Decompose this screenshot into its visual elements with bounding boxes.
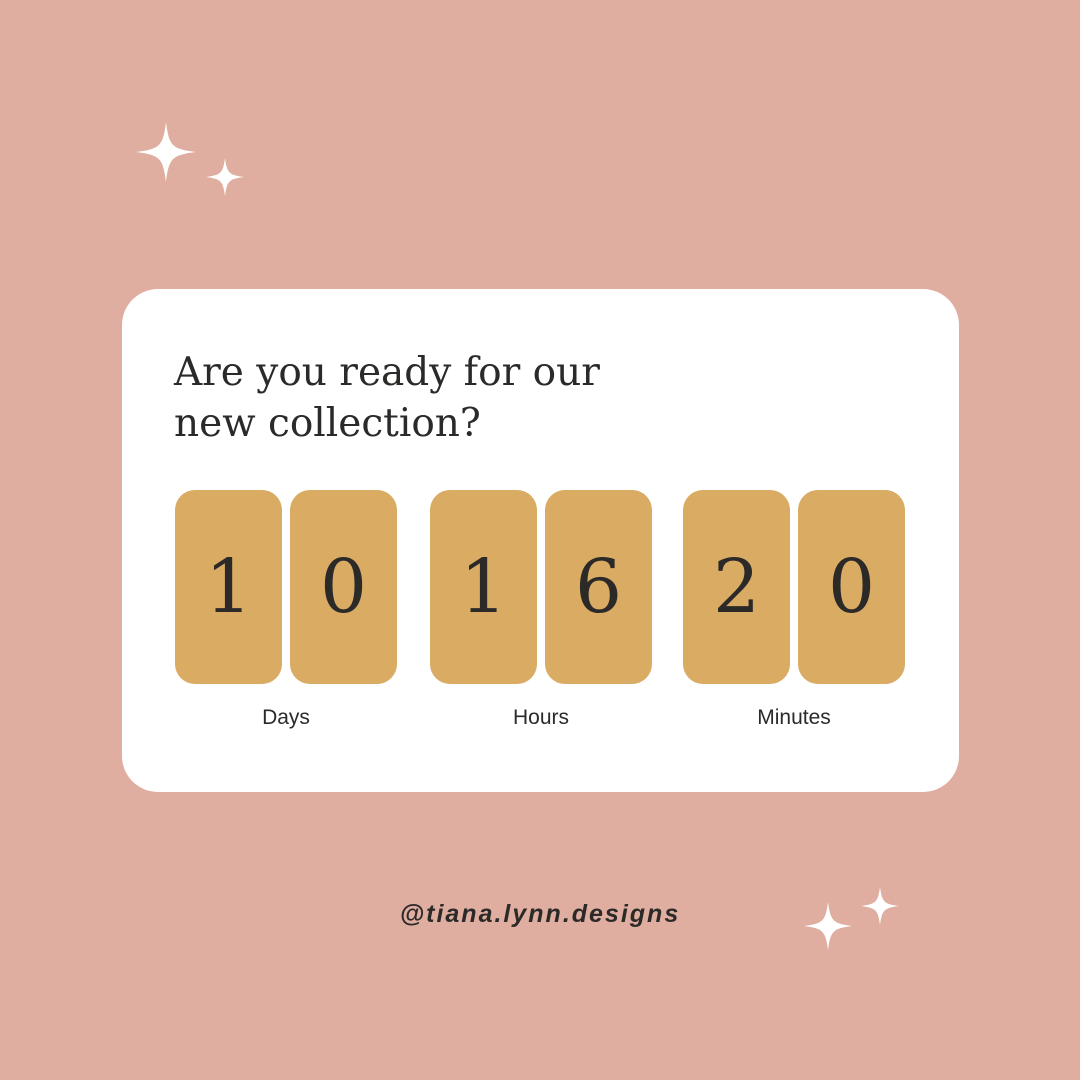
countdown-card: Are you ready for our new collection? 1 … bbox=[122, 289, 959, 792]
minutes-digit-tens: 2 bbox=[683, 490, 790, 684]
sparkle-icon bbox=[136, 122, 196, 182]
days-label: Days bbox=[262, 706, 310, 729]
headline-line-2: new collection? bbox=[174, 401, 481, 446]
hours-label: Hours bbox=[512, 706, 570, 729]
sparkle-icon bbox=[206, 158, 244, 196]
minutes-digit-ones: 0 bbox=[798, 490, 905, 684]
days-digit-ones: 0 bbox=[290, 490, 397, 684]
headline: Are you ready for our new collection? bbox=[174, 347, 694, 449]
sparkle-icon bbox=[804, 902, 852, 950]
hours-digit-ones: 6 bbox=[545, 490, 652, 684]
minutes-label: Minutes bbox=[757, 706, 831, 729]
social-handle: @tiana.lynn.designs bbox=[399, 900, 681, 928]
sparkle-icon bbox=[861, 887, 899, 925]
hours-digit-tens: 1 bbox=[430, 490, 537, 684]
days-digit-tens: 1 bbox=[175, 490, 282, 684]
headline-line-1: Are you ready for our bbox=[174, 350, 600, 395]
